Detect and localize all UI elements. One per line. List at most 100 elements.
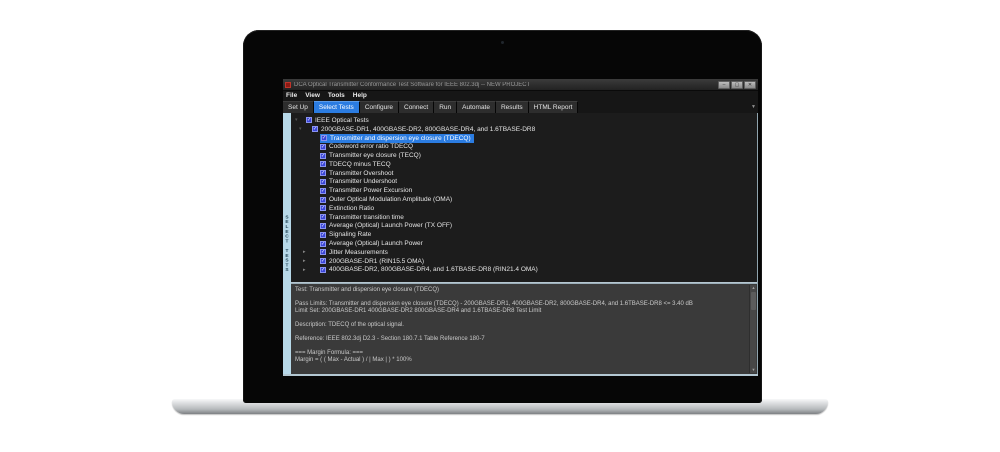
tab-set-up[interactable]: Set Up — [283, 101, 314, 113]
expand-arrow-icon[interactable]: ▸ — [303, 257, 306, 265]
tab-bar: Set Up Select Tests Configure Connect Ru… — [283, 101, 758, 113]
menu-file[interactable]: File — [286, 91, 297, 101]
tab-automate[interactable]: Automate — [457, 101, 496, 113]
tree-item-label: TDECQ minus TECQ — [329, 161, 391, 168]
checkbox-checked[interactable]: ✓ — [320, 188, 326, 194]
desc-test-line: Test: Transmitter and dispersion eye clo… — [295, 287, 745, 294]
tree-row[interactable]: ▸ ✓ 400GBASE-DR2, 800GBASE-DR4, and 1.6T… — [291, 266, 757, 275]
tree-row[interactable]: ✓ Transmitter eye closure (TECQ) — [291, 151, 757, 160]
app-icon — [285, 82, 291, 88]
tree-row[interactable]: ▾ ✓ IEEE Optical Tests — [291, 116, 757, 125]
description-scrollbar[interactable]: ▲ ▼ — [749, 285, 756, 373]
menu-help[interactable]: Help — [353, 91, 367, 101]
tab-overflow-button[interactable]: ▼ — [751, 103, 756, 111]
tree-row[interactable]: ✓ Signaling Rate — [291, 230, 757, 239]
tree-item-label: 400GBASE-DR2, 800GBASE-DR4, and 1.6TBASE… — [329, 266, 538, 273]
checkbox-checked[interactable]: ✓ — [320, 144, 326, 150]
checkbox-checked[interactable]: ✓ — [320, 232, 326, 238]
checkbox-checked[interactable]: ✓ — [320, 197, 326, 203]
menu-tools[interactable]: Tools — [328, 91, 345, 101]
expand-arrow-icon[interactable]: ▸ — [303, 248, 306, 256]
tree-row[interactable]: ▾ ✓ 200GBASE-DR1, 400GBASE-DR2, 800GBASE… — [291, 125, 757, 134]
tree-item-label: Jitter Measurements — [329, 249, 388, 256]
tab-select-tests[interactable]: Select Tests — [314, 101, 360, 113]
checkbox-checked[interactable]: ✓ — [320, 241, 326, 247]
tree-row[interactable]: ✓ Transmitter transition time — [291, 213, 757, 222]
tree-row[interactable]: ✓ Extinction Ratio — [291, 204, 757, 213]
expand-arrow-icon[interactable]: ▸ — [303, 266, 306, 274]
tree-row[interactable]: ✓ Outer Optical Modulation Amplitude (OM… — [291, 195, 757, 204]
maximize-button[interactable]: ▢ — [731, 81, 743, 89]
tree-item-label: IEEE Optical Tests — [315, 117, 369, 124]
tree-item-label: Transmitter Undershoot — [329, 178, 397, 185]
scroll-up-icon[interactable]: ▲ — [750, 285, 757, 291]
desc-blank-line — [295, 329, 745, 336]
checkbox-checked[interactable]: ✓ — [320, 249, 326, 255]
laptop-screen: DCA Optical Transmitter Conformance Test… — [243, 30, 762, 403]
checkbox-checked[interactable]: ✓ — [320, 205, 326, 211]
tab-results[interactable]: Results — [496, 101, 529, 113]
tree-item-label: Transmitter Power Excursion — [329, 187, 412, 194]
tree-row[interactable]: ▸ ✓ 200GBASE-DR1 (RIN15.5 OMA) — [291, 257, 757, 266]
checkbox-checked[interactable]: ✓ — [320, 214, 326, 220]
window-title: DCA Optical Transmitter Conformance Test… — [294, 82, 714, 88]
test-tree: ▾ ✓ IEEE Optical Tests ▾ ✓ 200GBASE-DR1,… — [291, 113, 757, 282]
desc-pass-limits-line: Pass Limits: Transmitter and dispersion … — [295, 301, 745, 308]
test-description-panel: Test: Transmitter and dispersion eye clo… — [291, 284, 757, 374]
tree-item-label: Outer Optical Modulation Amplitude (OMA) — [329, 196, 452, 203]
checkbox-checked[interactable]: ✓ — [320, 223, 326, 229]
tree-row[interactable]: ✓ Average (Optical) Launch Power (TX OFF… — [291, 222, 757, 231]
collapse-arrow-icon[interactable]: ▾ — [295, 116, 298, 124]
checkbox-checked[interactable]: ✓ — [312, 126, 318, 132]
tree-item-label: Transmitter transition time — [329, 214, 404, 221]
tab-html-report[interactable]: HTML Report — [529, 101, 579, 113]
minimize-button[interactable]: – — [718, 81, 730, 89]
checkbox-checked[interactable]: ✓ — [306, 117, 312, 123]
tree-row[interactable]: ✓ Codeword error ratio TDECQ — [291, 142, 757, 151]
webcam-icon — [501, 41, 504, 44]
select-tests-side-strip: SELECT TESTS — [283, 113, 291, 374]
title-bar: DCA Optical Transmitter Conformance Test… — [283, 79, 758, 91]
tab-connect[interactable]: Connect — [399, 101, 434, 113]
checkbox-checked[interactable]: ✓ — [320, 179, 326, 185]
desc-limit-set-line: Limit Set: 200GBASE-DR1 400GBASE-DR2 800… — [295, 308, 745, 315]
main-panel: ▾ ✓ IEEE Optical Tests ▾ ✓ 200GBASE-DR1,… — [291, 113, 757, 374]
tree-row[interactable]: ✓ Transmitter Overshoot — [291, 169, 757, 178]
checkbox-checked[interactable]: ✓ — [321, 135, 327, 141]
checkbox-checked[interactable]: ✓ — [320, 153, 326, 159]
desc-description-line: Description: TDECQ of the optical signal… — [295, 322, 745, 329]
tree-row[interactable]: ✓ TDECQ minus TECQ — [291, 160, 757, 169]
tree-item-label: Signaling Rate — [329, 231, 371, 238]
tree-item-label: Transmitter and dispersion eye closure (… — [330, 135, 471, 142]
tree-row[interactable]: ✓ Average (Optical) Launch Power — [291, 239, 757, 248]
window-controls: – ▢ ✕ — [718, 81, 756, 89]
tree-item-label: Extinction Ratio — [329, 205, 374, 212]
desc-margin-formula-line: Margin = ( ( Max - Actual ) / | Max | ) … — [295, 357, 745, 364]
close-button[interactable]: ✕ — [744, 81, 756, 89]
app-window: DCA Optical Transmitter Conformance Test… — [283, 79, 758, 376]
checkbox-checked[interactable]: ✓ — [320, 258, 326, 264]
checkbox-checked[interactable]: ✓ — [320, 161, 326, 167]
tree-row[interactable]: ▸ ✓ Jitter Measurements — [291, 248, 757, 257]
tree-item-label: Transmitter Overshoot — [329, 170, 393, 177]
tab-run[interactable]: Run — [434, 101, 457, 113]
checkbox-checked[interactable]: ✓ — [320, 170, 326, 176]
tree-row[interactable]: ✓ Transmitter Power Excursion — [291, 186, 757, 195]
tree-item-label: 200GBASE-DR1 (RIN15.5 OMA) — [329, 258, 424, 265]
scroll-down-icon[interactable]: ▼ — [750, 367, 757, 373]
scrollbar-thumb[interactable] — [751, 292, 756, 310]
tab-configure[interactable]: Configure — [360, 101, 399, 113]
checkbox-checked[interactable]: ✓ — [320, 267, 326, 273]
desc-margin-formula-header: === Margin Formula: === — [295, 350, 745, 357]
tree-row[interactable]: ✓ Transmitter Undershoot — [291, 178, 757, 187]
tree-item-label: Codeword error ratio TDECQ — [329, 143, 413, 150]
menu-bar: File View Tools Help — [283, 91, 758, 101]
collapse-arrow-icon[interactable]: ▾ — [299, 125, 302, 133]
side-strip-label: SELECT TESTS — [285, 215, 290, 273]
menu-view[interactable]: View — [305, 91, 320, 101]
tree-item-label: Average (Optical) Launch Power — [329, 240, 423, 247]
screenshot-canvas: DCA Optical Transmitter Conformance Test… — [0, 0, 1000, 452]
tree-row-selected[interactable]: ✓ Transmitter and dispersion eye closure… — [291, 134, 757, 143]
selection-highlight: ✓ Transmitter and dispersion eye closure… — [320, 134, 474, 143]
desc-blank-line — [295, 294, 745, 301]
